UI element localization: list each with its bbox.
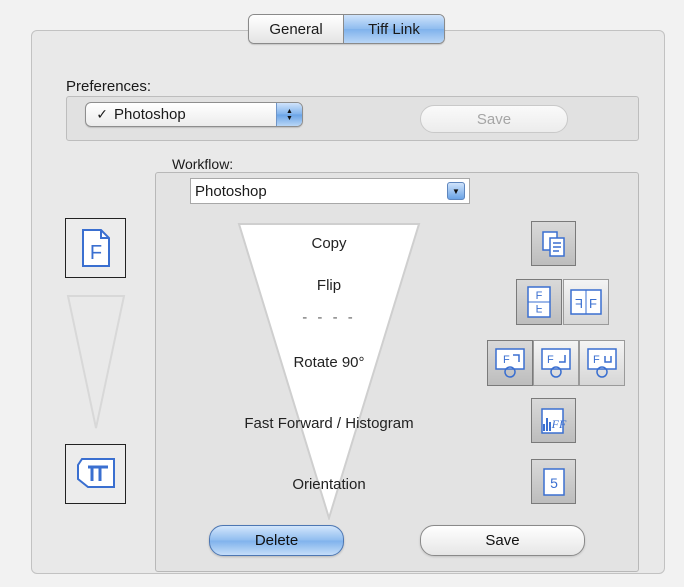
save-workflow-button[interactable]: Save	[420, 525, 585, 556]
source-f-icon: F	[65, 218, 126, 278]
svg-text:5: 5	[550, 475, 558, 491]
svg-text:F: F	[593, 354, 600, 366]
workflow-combo[interactable]: Photoshop ▼	[190, 178, 470, 204]
checkmark-icon: ✓	[96, 106, 108, 122]
rotate-180-icon: F	[587, 348, 617, 378]
rotate-left-button[interactable]: F	[487, 340, 533, 386]
svg-text:F: F	[503, 354, 510, 366]
svg-text:F: F	[575, 296, 583, 311]
delete-button[interactable]: Delete	[209, 525, 344, 556]
copy-icon	[541, 230, 565, 257]
orientation-button[interactable]: 5	[531, 459, 576, 504]
flip-horizontal-icon: F F	[570, 289, 602, 315]
oriented-output-icon	[65, 444, 126, 504]
step-orientation-label: Orientation	[292, 476, 366, 493]
svg-text:F: F	[536, 302, 543, 314]
workflow-combo-value: Photoshop	[195, 182, 267, 200]
preferences-popup[interactable]: ✓ Photoshop ▲ ▼	[85, 102, 303, 127]
tab-general[interactable]: General	[249, 15, 344, 43]
mini-funnel	[66, 295, 126, 429]
step-fast-forward-label: Fast Forward / Histogram	[244, 415, 414, 432]
rotate-right-icon: F	[541, 348, 571, 378]
popup-arrows-icon: ▲ ▼	[276, 103, 302, 126]
rotate-180-button[interactable]: F	[579, 340, 625, 386]
svg-text:F: F	[536, 290, 543, 302]
rotate-right-button[interactable]: F	[533, 340, 579, 386]
svg-text:FF: FF	[550, 417, 566, 431]
svg-text:F: F	[589, 296, 597, 311]
tab-bar: General Tiff Link	[248, 14, 445, 44]
step-flip-label: Flip	[316, 277, 342, 294]
workflow-label: Workflow:	[172, 156, 234, 172]
flip-vertical-button[interactable]: F F	[516, 279, 562, 325]
preferences-label: Preferences:	[66, 78, 152, 95]
step-copy-label: Copy	[311, 235, 347, 252]
preferences-popup-value: Photoshop	[114, 106, 186, 123]
rotate-left-icon: F	[495, 348, 525, 378]
flip-horizontal-button[interactable]: F F	[563, 279, 609, 325]
fast-forward-histogram-icon: FF	[540, 407, 566, 434]
svg-text:F: F	[89, 242, 101, 264]
flip-vertical-icon: F F	[527, 286, 551, 318]
tab-tiff-link[interactable]: Tiff Link	[344, 15, 444, 43]
orientation-icon: 5	[542, 467, 565, 496]
copy-button[interactable]	[531, 221, 576, 266]
svg-text:F: F	[547, 354, 554, 366]
fast-forward-histogram-button[interactable]: FF	[531, 398, 576, 443]
step-rotate-label: Rotate 90°	[293, 354, 365, 371]
save-preferences-button[interactable]: Save	[420, 105, 568, 133]
step-separator: - - - -	[302, 309, 356, 326]
chevron-down-icon[interactable]: ▼	[447, 182, 465, 200]
